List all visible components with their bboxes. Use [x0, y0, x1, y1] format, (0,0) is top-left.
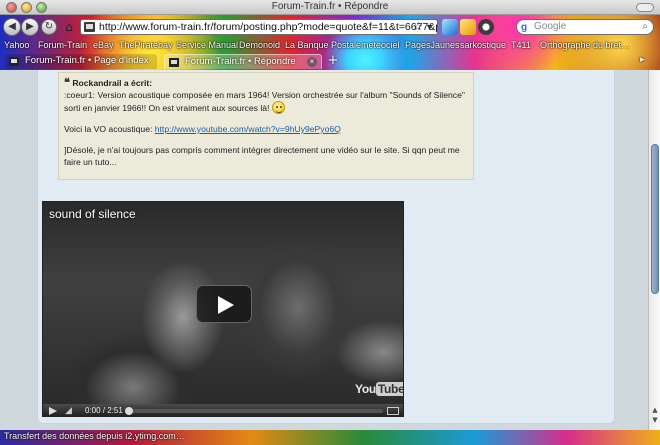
google-icon: g	[521, 22, 528, 33]
video-progress-thumb[interactable]	[125, 407, 133, 415]
search-placeholder: Google	[534, 21, 567, 32]
extension-icon[interactable]	[460, 19, 476, 35]
extension-icons	[442, 18, 510, 36]
status-text: Transfert des données depuis i2.ytimg.co…	[4, 431, 185, 441]
youtube-logo-tube: Tube	[375, 382, 403, 396]
home-button[interactable]: ⌂	[60, 19, 78, 35]
page-content: ❝ Rockandrail a écrit: :coeur1: Version …	[0, 70, 648, 430]
forward-button[interactable]: ▶	[21, 18, 39, 36]
url-dropdown-icon[interactable]: ▼	[425, 20, 434, 34]
window-title: Forum-Train.fr • Répondre	[271, 1, 389, 12]
status-bar: Transfert des données depuis i2.ytimg.co…	[0, 430, 660, 445]
bookmark-item[interactable]: Forum-Train	[38, 40, 87, 50]
post-text-line: ]Désolé, je n'ai toujours pas compris co…	[64, 145, 460, 155]
tab-label: Forum-Train.fr • Répondre	[185, 56, 296, 67]
bookmark-item[interactable]: La Banque Postale	[285, 40, 361, 50]
youtube-link[interactable]: http://www.youtube.com/watch?v=9hUy9ePyo…	[155, 124, 341, 134]
youtube-logo[interactable]: You Tube	[355, 382, 403, 396]
site-favicon-icon	[9, 57, 19, 66]
scrollbar-thumb[interactable]	[651, 144, 659, 294]
play-button-icon[interactable]	[196, 285, 252, 323]
extension-icon[interactable]	[442, 19, 458, 35]
quote-line: :coeur1: Version acoustique composée en …	[64, 90, 465, 100]
post-preview: ❝ Rockandrail a écrit: :coeur1: Version …	[37, 70, 615, 424]
link-line: Voici la VO acoustique: http://www.youtu…	[64, 123, 469, 135]
bookmark-item[interactable]: eBay	[93, 40, 114, 50]
bookmark-item[interactable]: Demonoid	[239, 40, 280, 50]
scroll-up-icon[interactable]: ▲	[651, 406, 659, 414]
search-icon[interactable]: ⌕	[642, 20, 648, 34]
tab-list-icon[interactable]: ▸	[640, 55, 654, 68]
video-title[interactable]: sound of silence	[49, 207, 136, 221]
new-tab-button[interactable]: +	[326, 54, 340, 68]
smiley-icon	[271, 101, 285, 114]
bookmark-item[interactable]: Orthographe du bret…	[540, 40, 630, 50]
reload-icon: ↻	[44, 21, 54, 32]
forward-arrow-icon: ▶	[26, 21, 34, 32]
youtube-embed[interactable]: sound of silence You Tube ◢ 0:00 / 2:51	[42, 201, 404, 417]
youtube-logo-you: You	[355, 382, 376, 396]
video-progress-track[interactable]	[127, 409, 383, 413]
home-icon: ⌂	[65, 20, 73, 34]
back-arrow-icon: ◀	[8, 21, 16, 32]
quote-header: ❝ Rockandrail a écrit:	[64, 77, 469, 89]
extension-icon[interactable]	[478, 19, 494, 35]
play-icon[interactable]	[49, 407, 57, 415]
back-button[interactable]: ◀	[3, 18, 21, 36]
bookmark-item[interactable]: ThePiratebay	[119, 40, 173, 50]
address-bar[interactable]: http://www.forum-train.fr/forum/posting.…	[80, 19, 438, 35]
close-tab-icon[interactable]: ×	[307, 57, 317, 67]
tab-label: Forum-Train.fr • Page d'index	[25, 55, 149, 66]
post-text-line: faire un tuto...	[64, 157, 117, 167]
bookmarks-bar: Yahoo Forum-Train eBay ThePiratebay Serv…	[0, 40, 660, 53]
bookmark-item[interactable]: T411	[511, 40, 531, 50]
bookmark-item[interactable]: Yahoo	[4, 40, 29, 50]
bookmark-item[interactable]: Service Manual	[176, 40, 238, 50]
video-controls: ◢ 0:00 / 2:51	[43, 404, 403, 416]
site-favicon-icon	[169, 58, 179, 67]
bookmark-item[interactable]: meteociel	[361, 40, 400, 50]
bookmark-item[interactable]: PagesJaunes	[405, 40, 460, 50]
scroll-down-icon[interactable]: ▼	[651, 416, 659, 424]
video-time: 0:00 / 2:51	[85, 406, 123, 415]
quote-line-text: sorti en janvier 1966!! On est vraiment …	[64, 103, 270, 113]
url-text: http://www.forum-train.fr/forum/posting.…	[99, 21, 438, 33]
search-input[interactable]: g Google ⌕	[516, 19, 654, 35]
bookmark-item[interactable]: sarkostique	[460, 40, 506, 50]
volume-icon[interactable]: ◢	[65, 406, 72, 416]
resize-grip-icon[interactable]	[646, 432, 656, 442]
quote-author: Rockandrail a écrit:	[72, 78, 153, 88]
quote-mark-icon: ❝	[64, 77, 70, 89]
vertical-scrollbar[interactable]: ▲ ▼	[648, 70, 660, 430]
quote-line-with-smiley: sorti en janvier 1966!! On est vraiment …	[64, 101, 469, 114]
reload-button[interactable]: ↻	[41, 19, 57, 35]
toolbar-toggle-button[interactable]	[636, 3, 654, 12]
quote-block: ❝ Rockandrail a écrit: :coeur1: Version …	[58, 72, 474, 180]
window-titlebar: Forum-Train.fr • Répondre	[0, 0, 660, 15]
tab-page-index[interactable]: Forum-Train.fr • Page d'index	[5, 54, 157, 69]
fullscreen-icon[interactable]	[387, 407, 399, 415]
bookmark-star-icon[interactable]: ☆	[413, 20, 423, 34]
tab-repondre[interactable]: Forum-Train.fr • Répondre ×	[164, 54, 322, 69]
site-favicon-icon	[84, 22, 95, 32]
link-prefix: Voici la VO acoustique:	[64, 124, 155, 134]
